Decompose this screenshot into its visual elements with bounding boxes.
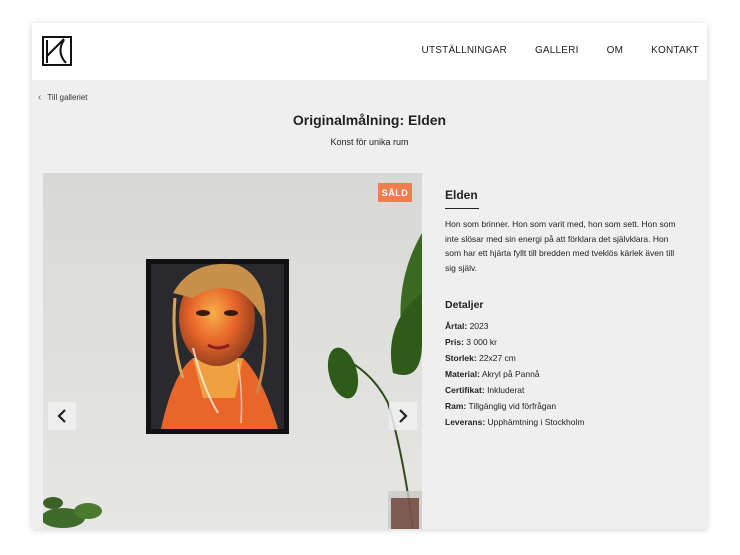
spec-frame: Ram: Tillgänglig vid förfrågan bbox=[445, 401, 557, 411]
nav-item-kontakt[interactable]: KONTAKT bbox=[651, 45, 699, 56]
title-underline bbox=[445, 208, 479, 209]
artwork-image-carousel[interactable]: SÅLD bbox=[43, 173, 422, 529]
logo[interactable] bbox=[42, 36, 72, 66]
back-to-gallery-link[interactable]: ‹ Till galleriet bbox=[38, 92, 88, 103]
previous-image-button[interactable] bbox=[48, 402, 76, 430]
chevron-left-icon bbox=[57, 409, 66, 423]
specs-list: Årtal: 2023 Pris: 3 000 kr Storlek: 22x2… bbox=[445, 318, 685, 430]
page-subtitle: Konst för unika rum bbox=[330, 137, 409, 147]
spec-year: Årtal: 2023 bbox=[445, 321, 489, 331]
artwork-details: Elden Hon som brinner. Hon som varit med… bbox=[445, 188, 685, 430]
back-link-label: Till galleriet bbox=[47, 93, 88, 102]
next-image-button[interactable] bbox=[389, 402, 417, 430]
spec-delivery: Leverans: Upphämtning i Stockholm bbox=[445, 417, 585, 427]
spec-certificate: Certifikat: Inkluderat bbox=[445, 385, 525, 395]
nav-item-utstallningar[interactable]: UTSTÄLLNINGAR bbox=[422, 45, 507, 56]
site-header: UTSTÄLLNINGAR GALLERI OM KONTAKT bbox=[32, 23, 707, 80]
main-nav: UTSTÄLLNINGAR GALLERI OM KONTAKT bbox=[394, 45, 699, 56]
chevron-right-icon bbox=[399, 409, 408, 423]
spec-material: Material: Akryl på Pannå bbox=[445, 369, 540, 379]
nav-item-galleri[interactable]: GALLERI bbox=[535, 45, 579, 56]
page-title: Originalmålning: Elden bbox=[292, 112, 447, 128]
artwork-photo bbox=[43, 173, 422, 529]
chevron-left-icon: ‹ bbox=[38, 92, 42, 103]
browser-frame: UTSTÄLLNINGAR GALLERI OM KONTAKT ‹ Till … bbox=[32, 23, 707, 529]
nav-item-om[interactable]: OM bbox=[607, 45, 624, 56]
spec-size: Storlek: 22x27 cm bbox=[445, 353, 516, 363]
details-heading: Detaljer bbox=[445, 299, 484, 311]
artwork-name: Elden bbox=[445, 188, 478, 202]
artwork-description: Hon som brinner. Hon som varit med, hon … bbox=[445, 219, 676, 273]
spec-price: Pris: 3 000 kr bbox=[445, 337, 497, 347]
sold-badge: SÅLD bbox=[378, 183, 412, 202]
